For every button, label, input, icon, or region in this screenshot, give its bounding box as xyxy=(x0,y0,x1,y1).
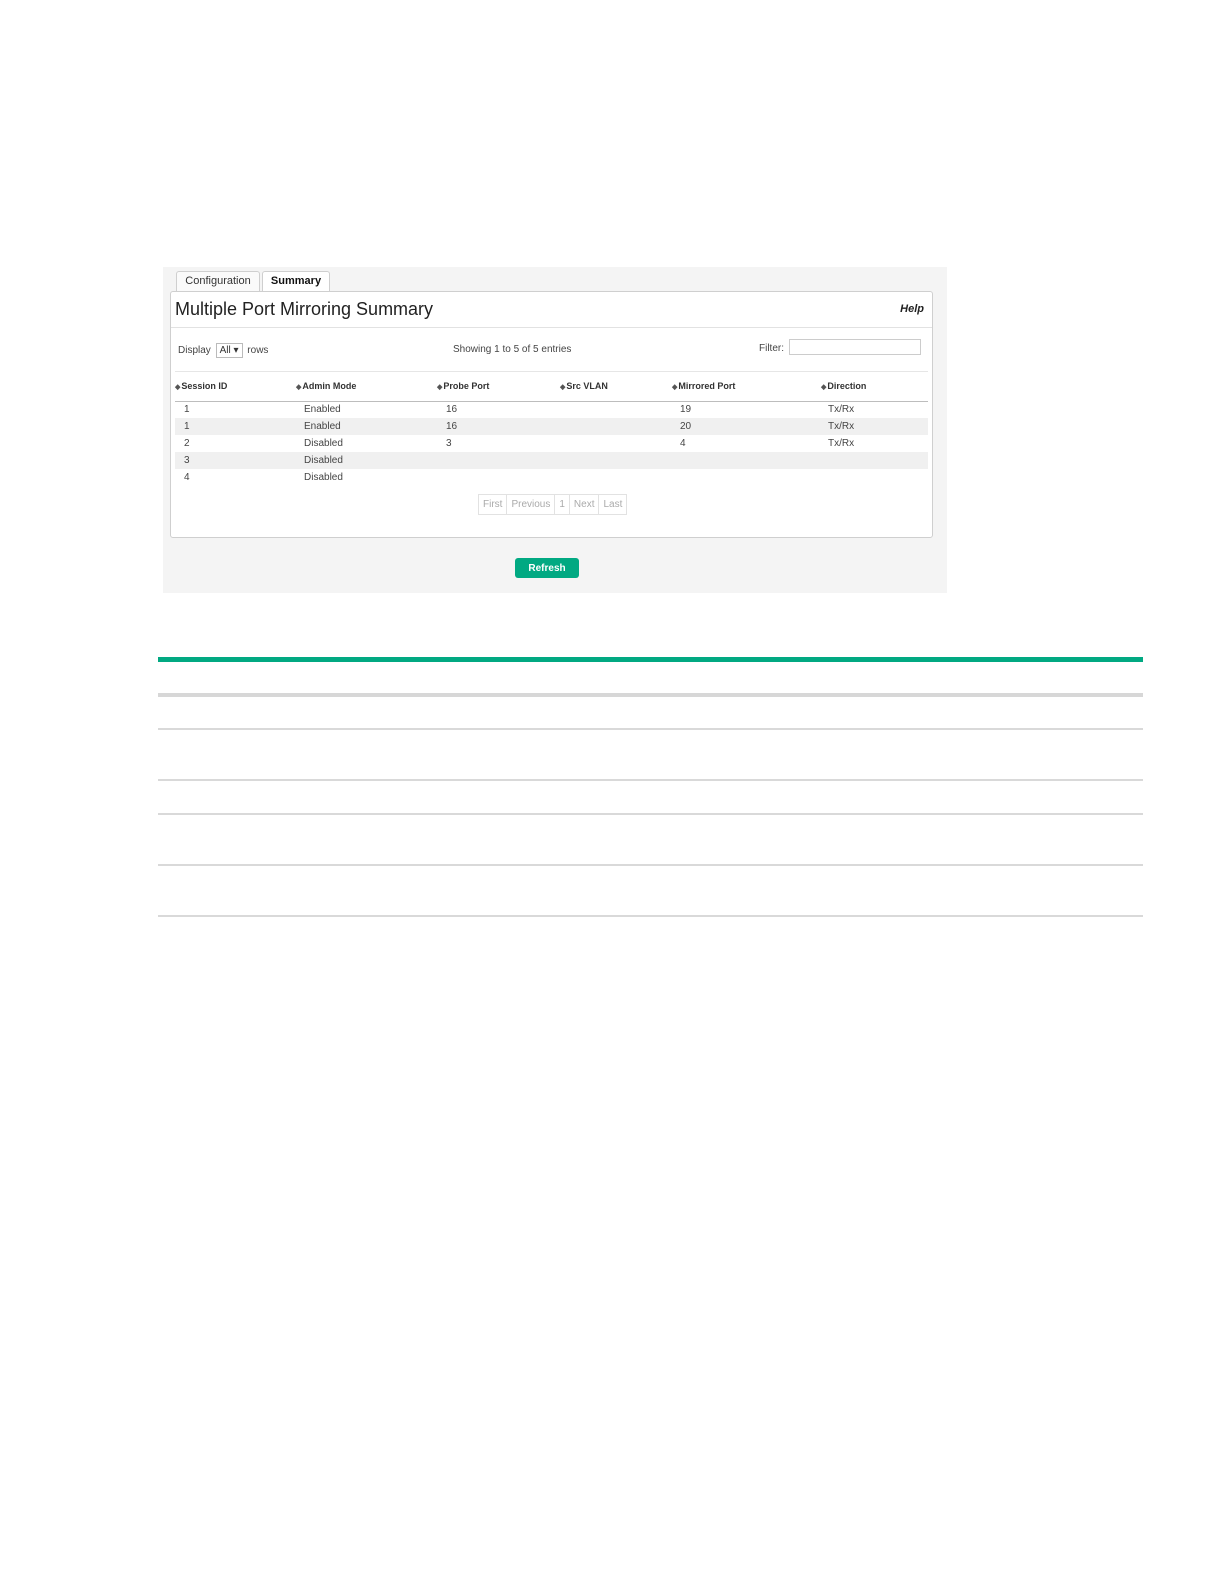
column-label: Mirrored Port xyxy=(678,381,736,391)
cell-admin-mode: Disabled xyxy=(304,438,343,449)
column-header-src-vlan[interactable]: ◆Src VLAN xyxy=(560,381,608,391)
column-label: Probe Port xyxy=(443,381,490,391)
cell-probe-port: 16 xyxy=(446,404,458,415)
filter-label: Filter: xyxy=(759,343,784,354)
cell-admin-mode: Enabled xyxy=(304,404,341,415)
cell-session-id: 4 xyxy=(184,472,190,483)
sort-icon: ◆ xyxy=(821,384,827,391)
sort-icon: ◆ xyxy=(296,384,302,391)
column-header-direction[interactable]: ◆Direction xyxy=(821,381,866,391)
tab-summary[interactable]: Summary xyxy=(262,271,330,293)
controls-divider xyxy=(175,371,928,372)
column-label: Admin Mode xyxy=(302,381,357,391)
title-divider xyxy=(171,327,932,328)
filter-input[interactable] xyxy=(789,339,921,355)
table-row[interactable]: 4 Disabled xyxy=(175,469,928,486)
cell-session-id: 1 xyxy=(184,404,190,415)
table-header: ◆Session ID ◆Admin Mode ◆Probe Port ◆Src… xyxy=(175,375,928,402)
cell-session-id: 1 xyxy=(184,421,190,432)
cell-direction: Tx/Rx xyxy=(828,438,855,449)
sort-icon: ◆ xyxy=(560,384,566,391)
rows-label: rows xyxy=(247,345,269,357)
rows-select-value: All xyxy=(219,345,231,356)
column-label: Src VLAN xyxy=(566,381,608,391)
cell-direction: Tx/Rx xyxy=(828,404,855,415)
column-header-admin-mode[interactable]: ◆Admin Mode xyxy=(296,381,356,391)
display-label: Display xyxy=(178,345,211,357)
table-row-rule xyxy=(158,728,1143,730)
rows-select[interactable]: All ▾ xyxy=(215,343,243,358)
table-row[interactable]: 3 Disabled xyxy=(175,452,928,469)
caret-down-icon: ▾ xyxy=(233,345,239,356)
pagination-last[interactable]: Last xyxy=(599,494,628,515)
table-row[interactable]: 1 Enabled 16 19 Tx/Rx xyxy=(175,401,928,418)
cell-direction: Tx/Rx xyxy=(828,421,855,432)
pagination-next[interactable]: Next xyxy=(569,494,600,515)
cell-session-id: 3 xyxy=(184,455,190,466)
table-row-rule xyxy=(158,779,1143,781)
cell-probe-port: 16 xyxy=(446,421,458,432)
sort-icon: ◆ xyxy=(672,384,678,391)
column-header-session-id[interactable]: ◆Session ID xyxy=(175,381,227,391)
table-row[interactable]: 2 Disabled 3 4 Tx/Rx xyxy=(175,435,928,452)
sort-icon: ◆ xyxy=(437,384,443,391)
column-header-mirrored-port[interactable]: ◆Mirrored Port xyxy=(672,381,735,391)
pagination-first[interactable]: First xyxy=(478,494,508,515)
cell-mirrored-port: 4 xyxy=(680,438,686,449)
cell-mirrored-port: 19 xyxy=(680,404,692,415)
cell-admin-mode: Disabled xyxy=(304,455,343,466)
page-title: Multiple Port Mirroring Summary xyxy=(175,299,434,319)
cell-admin-mode: Enabled xyxy=(304,421,341,432)
display-control: Display All ▾ rows xyxy=(178,343,268,358)
summary-panel: Multiple Port Mirroring Summary Help Dis… xyxy=(170,291,933,538)
table-header-rule xyxy=(158,693,1143,697)
pagination: First Previous 1 Next Last xyxy=(478,494,628,515)
column-label: Direction xyxy=(827,381,867,391)
table-top-rule xyxy=(158,657,1143,662)
entries-info: Showing 1 to 5 of 5 entries xyxy=(453,344,572,355)
screenshot-frame: Configuration Summary Multiple Port Mirr… xyxy=(163,267,947,593)
cell-session-id: 2 xyxy=(184,438,190,449)
cell-probe-port: 3 xyxy=(446,438,452,449)
column-label: Session ID xyxy=(181,381,228,391)
cell-admin-mode: Disabled xyxy=(304,472,343,483)
table-row-rule xyxy=(158,813,1143,815)
table-row-rule xyxy=(158,864,1143,866)
cell-mirrored-port: 20 xyxy=(680,421,692,432)
refresh-button[interactable]: Refresh xyxy=(515,558,579,578)
help-link[interactable]: Help xyxy=(900,303,924,315)
table-row-rule xyxy=(158,915,1143,917)
sort-icon: ◆ xyxy=(175,384,181,391)
table-body: 1 Enabled 16 19 Tx/Rx 1 Enabled 16 20 Tx… xyxy=(175,401,928,486)
pagination-page-1[interactable]: 1 xyxy=(555,494,570,515)
column-header-probe-port[interactable]: ◆Probe Port xyxy=(437,381,489,391)
tab-configuration[interactable]: Configuration xyxy=(176,271,260,291)
pagination-previous[interactable]: Previous xyxy=(507,494,556,515)
table-row[interactable]: 1 Enabled 16 20 Tx/Rx xyxy=(175,418,928,435)
